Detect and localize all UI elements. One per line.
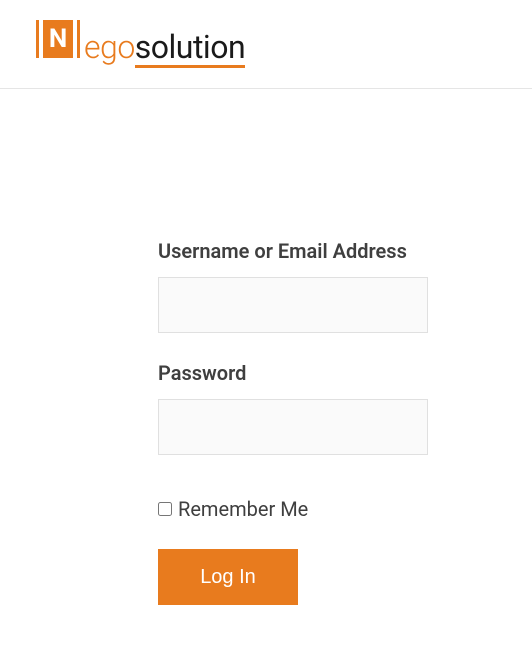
main-content: Username or Email Address Password Remem… bbox=[0, 89, 532, 645]
username-label: Username or Email Address bbox=[158, 239, 428, 263]
password-group: Password bbox=[158, 361, 428, 455]
remember-label: Remember Me bbox=[178, 497, 308, 521]
logo-text: egosolution bbox=[84, 31, 245, 68]
logo-bar-left bbox=[36, 20, 39, 58]
logo-text-part2: solution bbox=[135, 31, 245, 68]
password-input[interactable] bbox=[158, 399, 428, 455]
username-input[interactable] bbox=[158, 277, 428, 333]
logo-text-part1: ego bbox=[84, 31, 135, 63]
login-button[interactable]: Log In bbox=[158, 549, 298, 605]
username-group: Username or Email Address bbox=[158, 239, 428, 333]
password-label: Password bbox=[158, 361, 428, 385]
logo-letter: N bbox=[49, 26, 67, 52]
logo-n-box: N bbox=[43, 20, 73, 58]
remember-row: Remember Me bbox=[158, 497, 428, 521]
remember-checkbox[interactable] bbox=[158, 502, 172, 516]
brand-logo: N egosolution bbox=[36, 20, 496, 68]
logo-mark: N bbox=[36, 20, 80, 58]
header: N egosolution bbox=[0, 0, 532, 89]
logo-bar-right bbox=[77, 20, 80, 58]
login-form: Username or Email Address Password Remem… bbox=[158, 239, 428, 605]
